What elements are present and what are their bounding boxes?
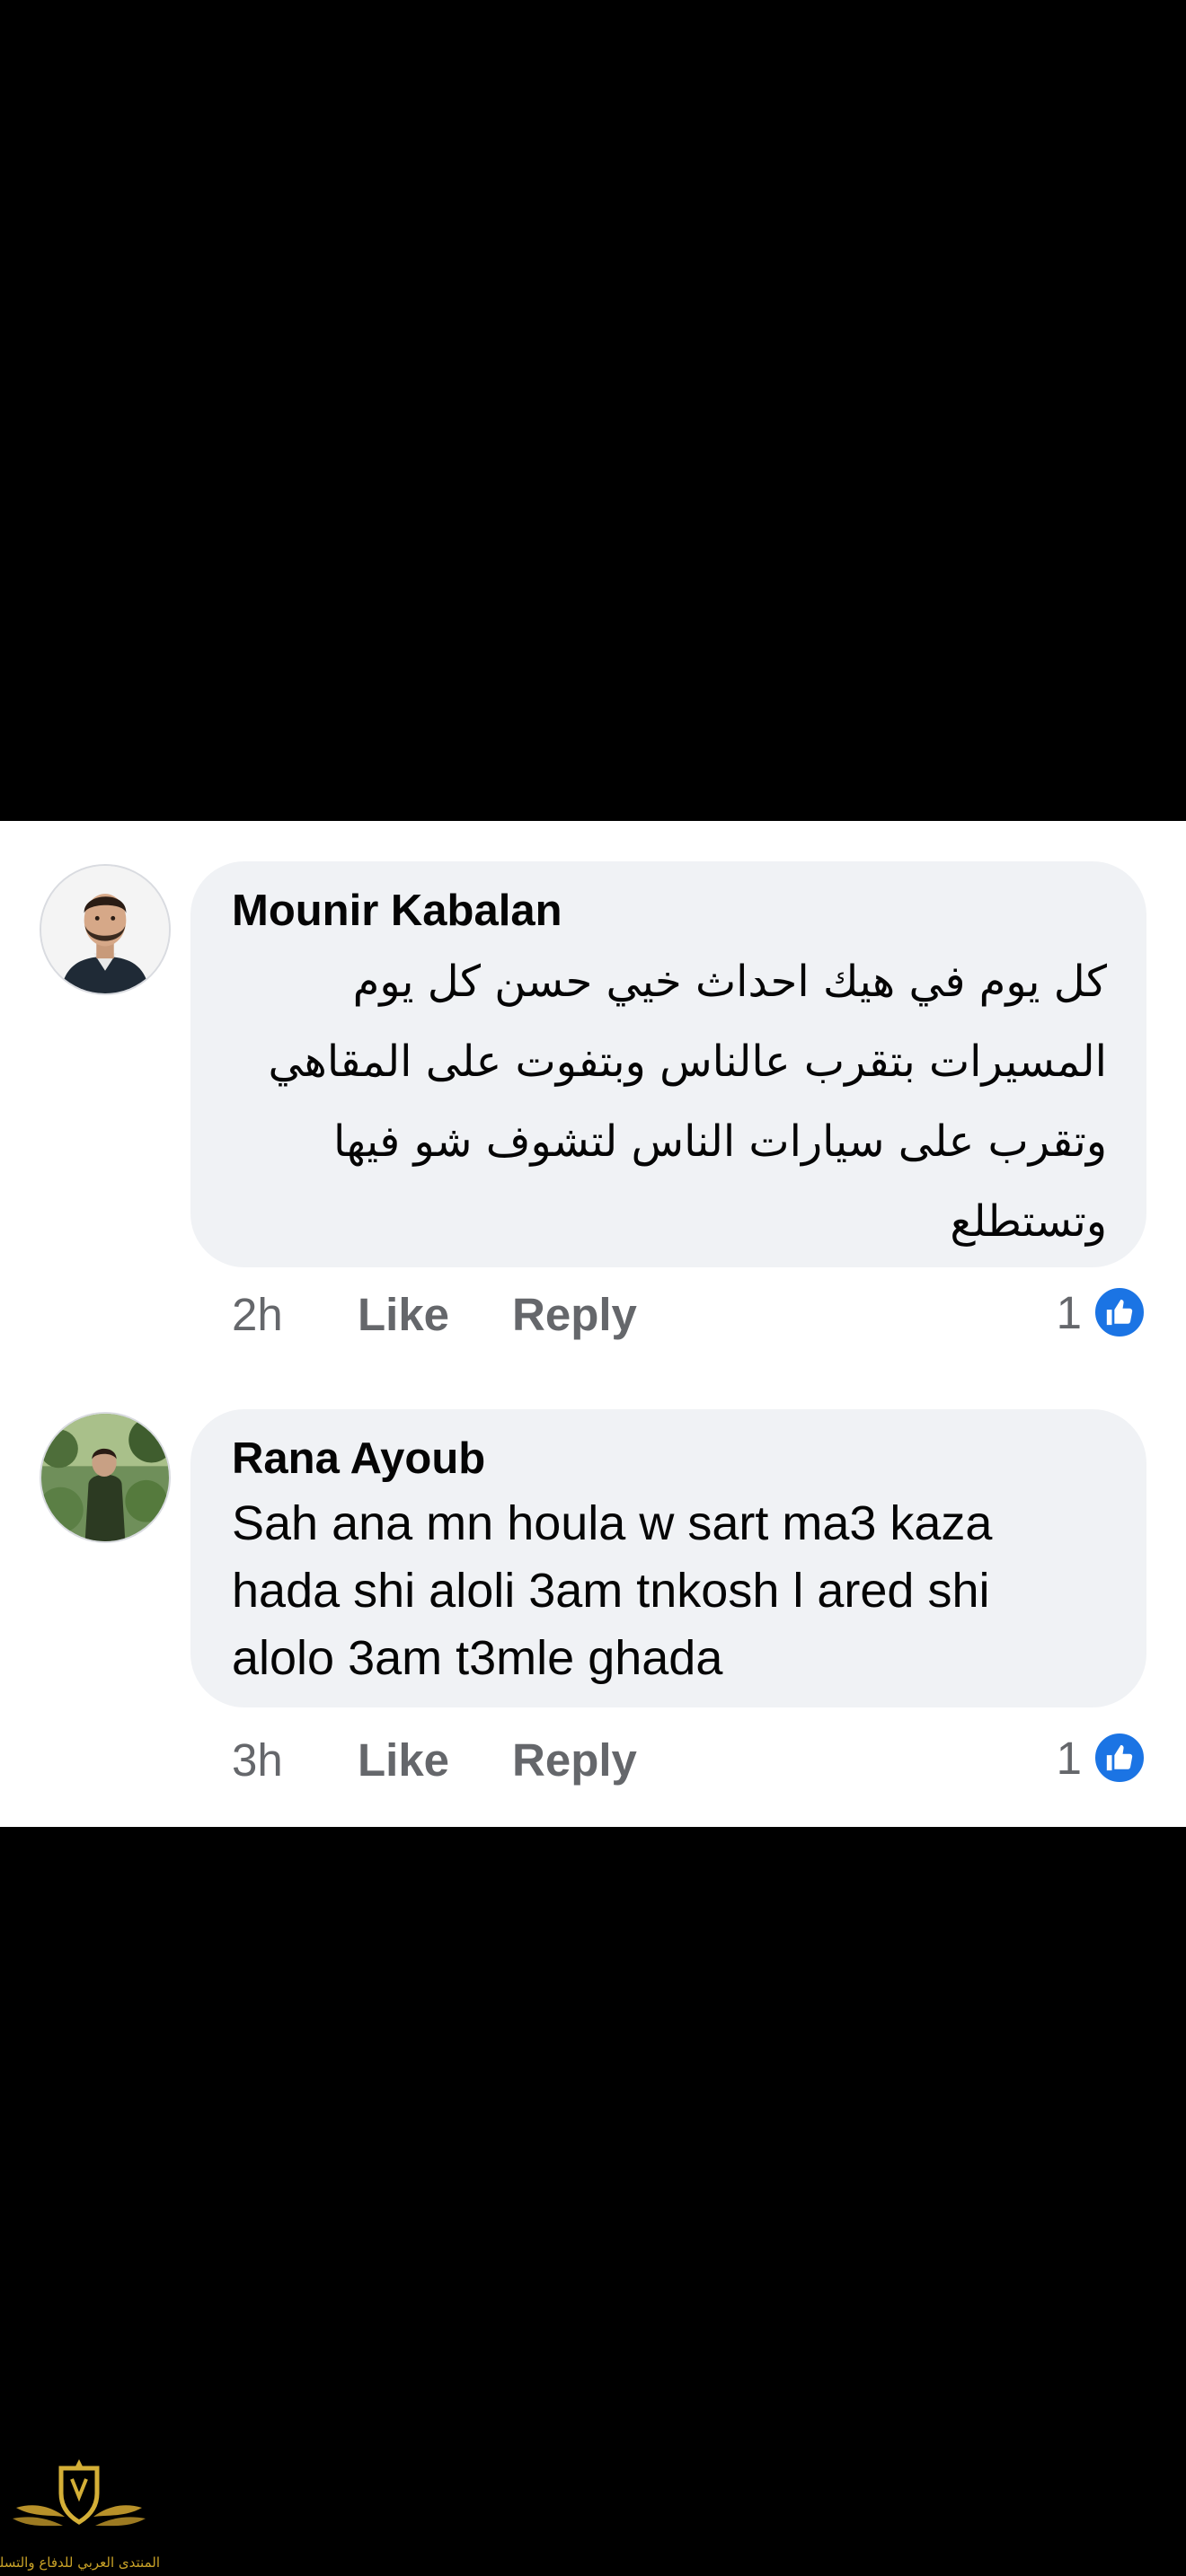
- avatar[interactable]: [40, 864, 171, 995]
- comment-text-line: alolo 3am t3mle ghada: [232, 1631, 723, 1685]
- comment-timestamp[interactable]: 3h: [232, 1734, 358, 1786]
- thumbs-up-icon: [1093, 1731, 1146, 1785]
- comment-text-line: Sah ana mn houla w sart ma3 kaza: [232, 1496, 993, 1550]
- comment-text-line: كل يوم في هيك احداث خيي حسن كل يوم: [352, 957, 1107, 1007]
- comment-text: Sah ana mn houla w sart ma3 kaza hada sh…: [232, 1490, 1107, 1692]
- like-button[interactable]: Like: [358, 1734, 512, 1786]
- comment-actions: 3h Like Reply: [232, 1728, 637, 1791]
- reaction-summary[interactable]: 1: [1057, 1281, 1146, 1344]
- reaction-summary[interactable]: 1: [1057, 1726, 1146, 1789]
- comment-text-line: المسيرات بتقرب عالناس وبتفوت على المقاهي: [268, 1037, 1107, 1087]
- comment-author[interactable]: Rana Ayoub: [232, 1429, 1107, 1488]
- screenshot-screen: Mounir Kabalan كل يوم في هيك احداث خيي ح…: [0, 0, 1186, 2576]
- like-button[interactable]: Like: [358, 1288, 512, 1341]
- profile-photo-man-icon: [41, 866, 169, 993]
- profile-photo-outdoor-icon: [41, 1414, 169, 1541]
- comment-text-line: وتستطلع: [950, 1196, 1107, 1247]
- comment-text-line: hada shi aloli 3am tnkosh l ared shi: [232, 1564, 990, 1618]
- comment-author[interactable]: Mounir Kabalan: [232, 881, 1107, 940]
- comments-panel: Mounir Kabalan كل يوم في هيك احداث خيي ح…: [0, 821, 1186, 1827]
- thumbs-up-icon: [1093, 1285, 1146, 1339]
- comment-actions: 2h Like Reply: [232, 1283, 637, 1345]
- comment-timestamp[interactable]: 2h: [232, 1288, 358, 1341]
- avatar[interactable]: [40, 1412, 171, 1543]
- comment-bubble: Mounir Kabalan كل يوم في هيك احداث خيي ح…: [190, 861, 1146, 1267]
- comment-bubble: Rana Ayoub Sah ana mn houla w sart ma3 k…: [190, 1409, 1146, 1707]
- comment-text-line: وتقرب على سيارات الناس لتشوف شو فيها: [333, 1116, 1107, 1167]
- comment-text: كل يوم في هيك احداث خيي حسن كل يوم المسي…: [232, 942, 1107, 1262]
- reply-button[interactable]: Reply: [512, 1734, 637, 1786]
- watermark-logo: المنتدى العربي للدفاع والتسليح: [0, 2452, 160, 2574]
- reaction-count: 1: [1056, 1286, 1082, 1338]
- watermark-text: المنتدى العربي للدفاع والتسليح: [0, 2554, 160, 2571]
- reaction-count: 1: [1056, 1732, 1082, 1784]
- reply-button[interactable]: Reply: [512, 1288, 637, 1341]
- winged-shield-logo-icon: [13, 2459, 146, 2527]
